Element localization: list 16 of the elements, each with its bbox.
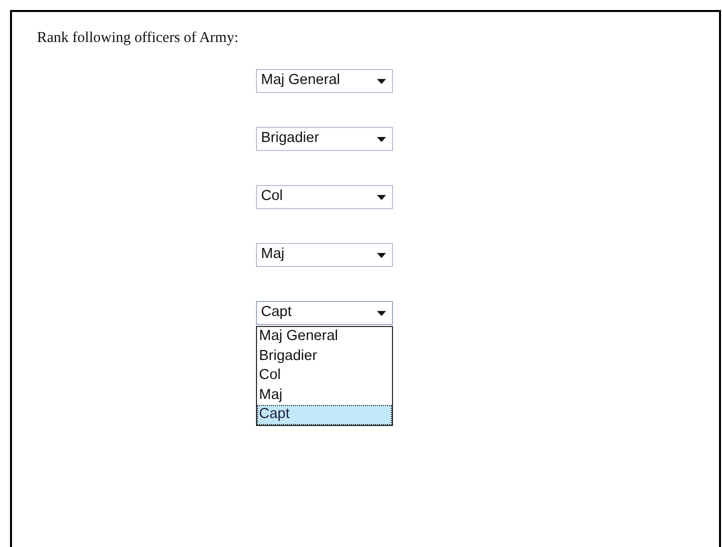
caret-icon bbox=[377, 136, 386, 142]
rank-dropdown[interactable]: Brigadier bbox=[256, 127, 393, 151]
dropdown-option[interactable]: Brigadier bbox=[257, 346, 392, 366]
dropdown-option[interactable]: Maj General bbox=[257, 327, 392, 346]
caret-icon bbox=[377, 194, 386, 200]
dropdown-option[interactable]: Maj bbox=[257, 386, 392, 405]
dropdown-option[interactable]: Capt bbox=[257, 405, 392, 424]
dropdown-option[interactable]: Col bbox=[257, 366, 392, 386]
rank-dropdown[interactable]: Maj General bbox=[256, 69, 393, 93]
question-text: Rank following officers of Army: bbox=[37, 29, 240, 47]
caret-icon bbox=[377, 78, 386, 84]
rank-dropdown[interactable]: Maj bbox=[256, 243, 393, 267]
caret-icon bbox=[377, 252, 386, 258]
rank-dropdown[interactable]: Capt bbox=[256, 301, 393, 325]
rank-dropdown[interactable]: Col bbox=[256, 185, 393, 209]
caret-icon bbox=[377, 310, 386, 316]
